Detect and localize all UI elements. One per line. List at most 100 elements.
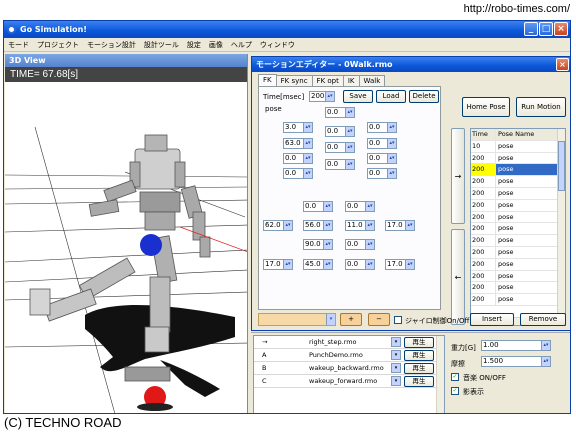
table-row[interactable]: 200 pose — [471, 176, 565, 188]
spin-arrows-icon[interactable]: ▴▾ — [283, 221, 292, 230]
shadow-checkbox[interactable]: ✓ — [451, 387, 459, 395]
plus-button[interactable]: + — [340, 313, 362, 326]
editor-close-button[interactable]: × — [556, 58, 569, 71]
scroll-thumb[interactable] — [558, 141, 565, 191]
menu-settings[interactable]: 設定 — [187, 40, 201, 50]
menu-design-tools[interactable]: 設計ツール — [144, 40, 179, 50]
table-row[interactable]: 200 pose — [471, 294, 565, 306]
list-item[interactable]: A PunchDemo.rmo ▾ 再生 — [254, 349, 444, 362]
header-time[interactable]: Time — [471, 129, 496, 140]
spin-arrows-icon[interactable]: ▴▾ — [387, 139, 396, 148]
joint-spinner-b1[interactable]: 62.0 ▴▾ — [263, 220, 293, 231]
save-button[interactable]: Save — [343, 90, 373, 103]
header-pose-name[interactable]: Pose Name — [496, 129, 565, 140]
joint-spinner-l1[interactable]: 3.0 ▴▾ — [283, 122, 313, 133]
table-row[interactable]: 200 pose — [471, 211, 565, 224]
chevron-down-icon[interactable]: ▾ — [391, 363, 401, 373]
play-button[interactable]: 再生 — [404, 363, 434, 374]
maximize-button[interactable]: □ — [539, 22, 553, 36]
joint-spinner-a1[interactable]: 0.0 ▴▾ — [303, 201, 333, 212]
list-item[interactable]: B wakeup_backward.rmo ▾ 再生 — [254, 362, 444, 375]
close-button[interactable]: × — [554, 22, 568, 36]
table-row[interactable]: 200 pose — [471, 152, 565, 165]
table-row[interactable]: 200 pose — [471, 270, 565, 283]
list-item[interactable]: C wakeup_forward.rmo ▾ 再生 — [254, 375, 444, 388]
joint-spinner-b2[interactable]: 56.0 ▴▾ — [303, 220, 333, 231]
spin-arrows-icon[interactable]: ▴▾ — [387, 169, 396, 178]
joint-spinner-d2[interactable]: 45.0 ▴▾ — [303, 259, 333, 270]
spin-arrows-icon[interactable]: ▴▾ — [405, 221, 414, 230]
table-row[interactable]: 200 pose — [471, 258, 565, 271]
load-button[interactable]: Load — [376, 90, 406, 103]
menu-mode[interactable]: モード — [8, 40, 29, 50]
joint-spinner-c2[interactable]: 0.0 ▴▾ — [345, 239, 375, 250]
table-row[interactable]: 10 pose — [471, 140, 565, 153]
joint-spinner-head[interactable]: 0.0 ▴▾ — [325, 107, 355, 118]
arrow-left-button[interactable]: ← — [451, 229, 465, 325]
joint-spinner-d1[interactable]: 17.0 ▴▾ — [263, 259, 293, 270]
run-motion-button[interactable]: Run Motion — [516, 97, 566, 117]
spin-arrows-icon[interactable]: ▴▾ — [323, 202, 332, 211]
tab-ik[interactable]: IK — [342, 75, 360, 86]
table-row[interactable]: 200 pose — [471, 199, 565, 212]
file-list-scrollbar[interactable] — [436, 336, 444, 413]
joint-spinner-c1[interactable]: 90.0 ▴▾ — [303, 239, 333, 250]
spin-arrows-icon[interactable]: ▴▾ — [345, 108, 354, 117]
joint-spinner-r3[interactable]: 0.0 ▴▾ — [367, 153, 397, 164]
3d-view-canvas[interactable]: TIME= 67.68[s] — [5, 67, 247, 413]
tab-fk[interactable]: FK — [258, 74, 277, 86]
pose-name-select[interactable]: ▾ — [258, 313, 336, 326]
pose-table-vscrollbar[interactable] — [557, 129, 565, 325]
menu-image[interactable]: 画像 — [209, 40, 223, 50]
play-button[interactable]: 再生 — [404, 350, 434, 361]
spin-arrows-icon[interactable]: ▴▾ — [541, 341, 550, 350]
spin-arrows-icon[interactable]: ▴▾ — [345, 127, 354, 136]
chevron-down-icon[interactable]: ▾ — [326, 314, 335, 325]
joint-spinner-r4[interactable]: 0.0 ▴▾ — [367, 168, 397, 179]
joint-spinner-r2[interactable]: 0.0 ▴▾ — [367, 138, 397, 149]
spin-arrows-icon[interactable]: ▴▾ — [365, 202, 374, 211]
tab-fk-opt[interactable]: FK opt — [311, 75, 344, 86]
menu-motion-design[interactable]: モーション設計 — [87, 40, 136, 50]
joint-spinner-r1[interactable]: 0.0 ▴▾ — [367, 122, 397, 133]
joint-spinner-m1[interactable]: 0.0 ▴▾ — [325, 126, 355, 137]
minimize-button[interactable]: _ — [524, 22, 538, 36]
joint-spinner-l3[interactable]: 0.0 ▴▾ — [283, 153, 313, 164]
spin-arrows-icon[interactable]: ▴▾ — [323, 260, 332, 269]
spin-arrows-icon[interactable]: ▴▾ — [387, 154, 396, 163]
chevron-down-icon[interactable]: ▾ — [391, 350, 401, 360]
table-row[interactable]: 200 pose — [471, 282, 565, 295]
spin-arrows-icon[interactable]: ▴▾ — [325, 92, 334, 101]
spin-arrows-icon[interactable]: ▴▾ — [323, 240, 332, 249]
spin-arrows-icon[interactable]: ▴▾ — [283, 260, 292, 269]
remove-button[interactable]: Remove — [520, 313, 566, 326]
spin-arrows-icon[interactable]: ▴▾ — [365, 260, 374, 269]
menu-help[interactable]: ヘルプ — [231, 40, 252, 50]
chevron-down-icon[interactable]: ▾ — [391, 376, 401, 386]
chevron-down-icon[interactable]: ▾ — [391, 337, 401, 347]
tab-fk-sync[interactable]: FK sync — [275, 75, 313, 86]
music-checkbox[interactable]: ✓ — [451, 373, 459, 381]
table-row[interactable]: 200 pose — [471, 235, 565, 247]
menu-window[interactable]: ウィンドウ — [260, 40, 295, 50]
joint-spinner-m3[interactable]: 0.0 ▴▾ — [325, 159, 355, 170]
spin-arrows-icon[interactable]: ▴▾ — [303, 169, 312, 178]
joint-spinner-d3[interactable]: 0.0 ▴▾ — [345, 259, 375, 270]
time-input[interactable]: 200 ▴▾ — [309, 91, 335, 102]
minus-button[interactable]: − — [368, 313, 390, 326]
arrow-right-button[interactable]: → — [451, 128, 465, 224]
gyro-checkbox[interactable] — [394, 316, 402, 324]
spin-arrows-icon[interactable]: ▴▾ — [541, 357, 550, 366]
spin-arrows-icon[interactable]: ▴▾ — [303, 123, 312, 132]
joint-spinner-m2[interactable]: 0.0 ▴▾ — [325, 142, 355, 153]
gravity-input[interactable]: 1.00 ▴▾ — [481, 340, 551, 351]
joint-spinner-b4[interactable]: 17.0 ▴▾ — [385, 220, 415, 231]
pose-table[interactable]: Time Pose Name 10 pose 200 pose 200 pose 20… — [470, 128, 566, 326]
joint-spinner-b3[interactable]: 11.0 ▴▾ — [345, 220, 375, 231]
tab-walk[interactable]: Walk — [358, 75, 386, 86]
spin-arrows-icon[interactable]: ▴▾ — [345, 160, 354, 169]
spin-arrows-icon[interactable]: ▴▾ — [345, 143, 354, 152]
list-item[interactable]: → right_step.rmo ▾ 再生 — [254, 336, 444, 349]
table-row[interactable]: 200 pose — [471, 223, 565, 236]
joint-spinner-l2[interactable]: 63.0 ▴▾ — [283, 138, 313, 149]
